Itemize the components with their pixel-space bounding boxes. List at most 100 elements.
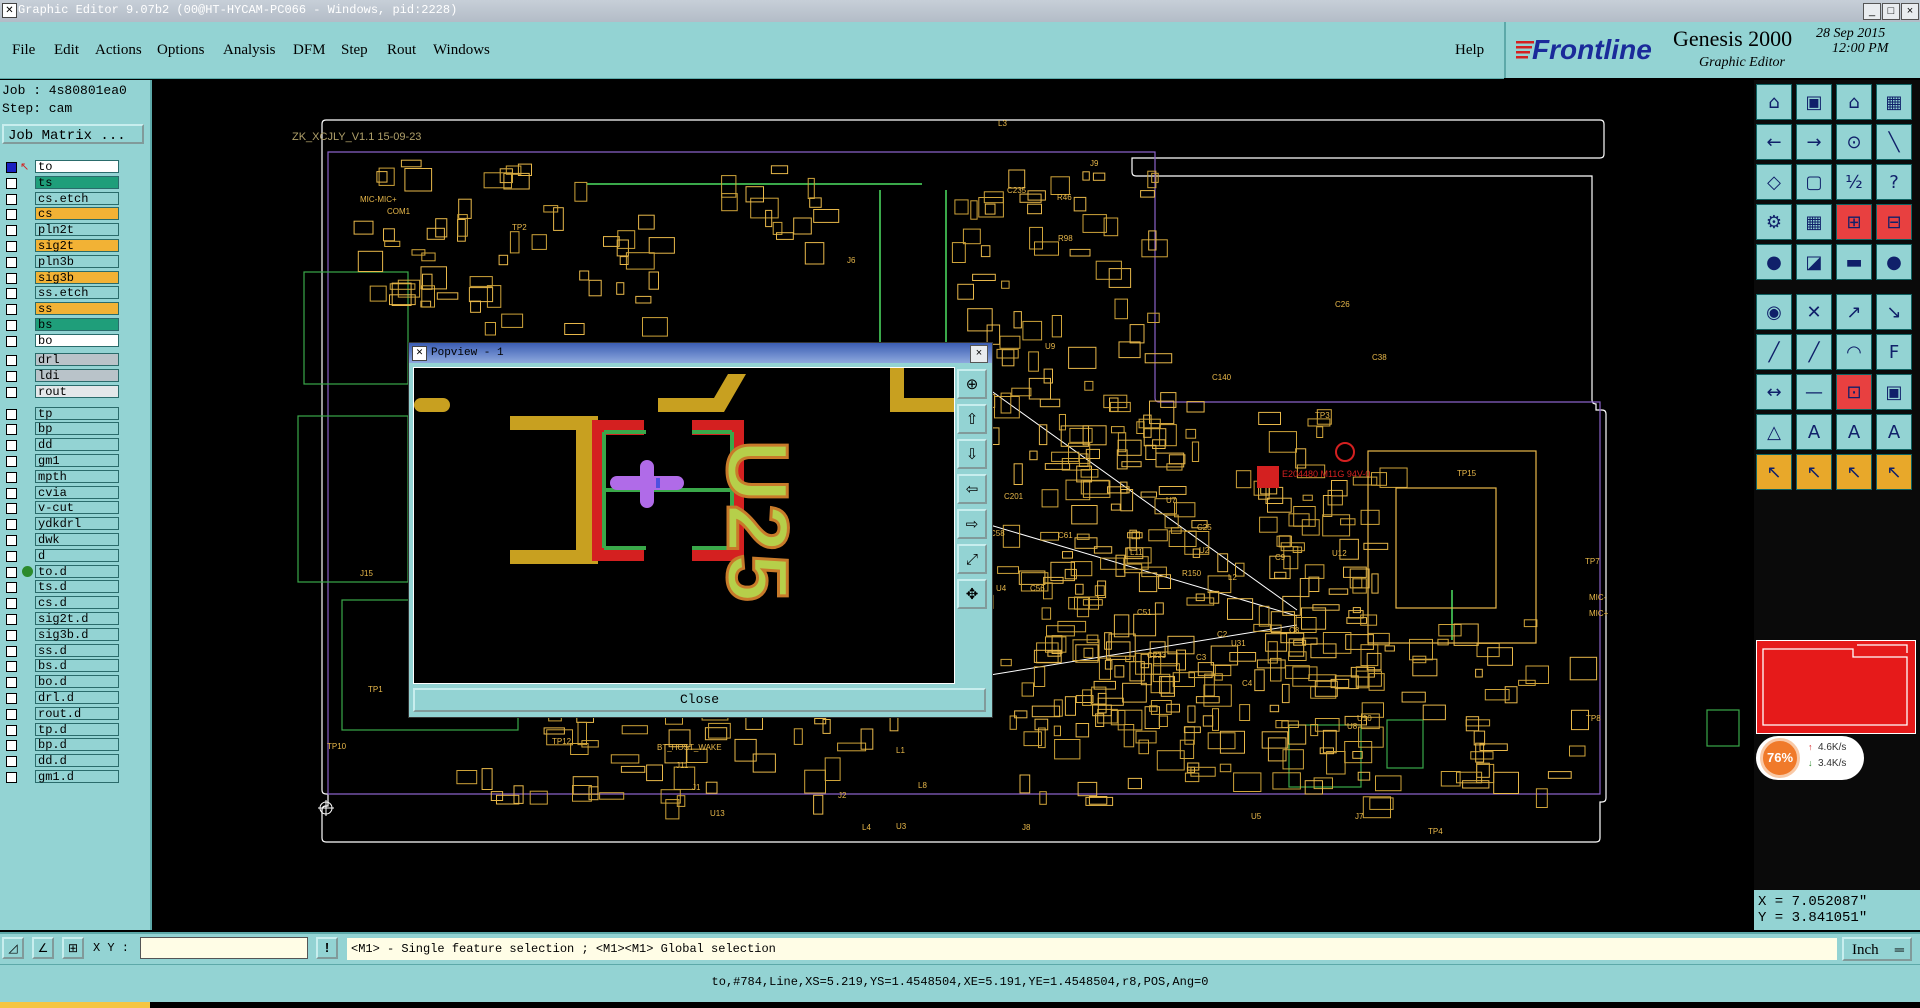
- layer-row-ts[interactable]: ts: [0, 175, 122, 190]
- menu-dfm[interactable]: DFM: [293, 42, 326, 59]
- layer-row-sig2t-d[interactable]: sig2t.d: [0, 611, 122, 626]
- layer-row-pln2t[interactable]: pln2t: [0, 223, 122, 237]
- layer-checkbox[interactable]: [6, 193, 17, 205]
- arc-icon[interactable]: ◠: [1836, 334, 1872, 370]
- layer-checkbox[interactable]: [6, 771, 17, 783]
- layer-checkbox[interactable]: [6, 319, 17, 331]
- board-minimap[interactable]: [1756, 640, 1916, 734]
- layer-row-pln3b[interactable]: pln3b: [0, 254, 122, 269]
- pointer-alt-icon[interactable]: ↖: [1796, 454, 1832, 490]
- connect-alt-icon[interactable]: ↘: [1876, 294, 1912, 330]
- grid-icon[interactable]: ▦: [1876, 84, 1912, 120]
- zoom-icon[interactable]: ⊙: [1836, 124, 1872, 160]
- fit-all-icon[interactable]: ▢: [1796, 164, 1832, 200]
- layer-checkbox[interactable]: [6, 598, 17, 610]
- layer-row-d[interactable]: d: [0, 548, 122, 563]
- layer-row-drl-d[interactable]: drl.d: [0, 690, 122, 705]
- circle-icon[interactable]: ●: [1876, 244, 1912, 280]
- layers-icon[interactable]: ▣: [1876, 374, 1912, 410]
- layer-checkbox[interactable]: [6, 756, 17, 768]
- layer-checkbox[interactable]: [6, 355, 17, 367]
- layer-checkbox[interactable]: [6, 708, 17, 720]
- layer-row-bs[interactable]: bs: [0, 317, 122, 332]
- layer-checkbox[interactable]: [6, 550, 17, 562]
- snap-alt-icon[interactable]: ⊟: [1876, 204, 1912, 240]
- house-icon[interactable]: ⌂: [1836, 84, 1872, 120]
- popview-window[interactable]: ✕ Popview - 1 × U25 ⊕ ⇧ ⇩ ⇦ ⇨ ⤢ ✥ Close: [408, 342, 993, 718]
- layer-checkbox[interactable]: [6, 256, 17, 268]
- layer-row-bo[interactable]: bo: [0, 333, 122, 348]
- arrow-left-icon[interactable]: ←: [1756, 124, 1792, 160]
- minimize-button[interactable]: _: [1863, 3, 1881, 20]
- layer-checkbox[interactable]: [6, 440, 17, 452]
- layer-row-sig2t[interactable]: sig2t: [0, 238, 122, 253]
- a-alt-icon[interactable]: A: [1836, 414, 1872, 450]
- layer-row-cs-etch[interactable]: cs.etch: [0, 191, 122, 206]
- ruler-icon[interactable]: ▬: [1836, 244, 1872, 280]
- layer-row-dd[interactable]: dd: [0, 438, 122, 452]
- menu-step[interactable]: Step: [341, 42, 368, 59]
- layer-row-to-d[interactable]: to.d: [0, 564, 122, 579]
- layer-row-bp-d[interactable]: bp.d: [0, 738, 122, 752]
- layer-checkbox[interactable]: [6, 209, 17, 221]
- layer-checkbox[interactable]: [6, 471, 17, 483]
- layer-checkbox[interactable]: [6, 177, 17, 189]
- layer-row-drl[interactable]: drl: [0, 353, 122, 367]
- popview-canvas[interactable]: U25: [413, 367, 955, 684]
- layer-row-rout[interactable]: rout: [0, 384, 122, 399]
- pad-icon[interactable]: ●: [1756, 244, 1792, 280]
- close-button[interactable]: ×: [1901, 3, 1919, 20]
- layer-checkbox[interactable]: [6, 724, 17, 736]
- layer-checkbox[interactable]: [6, 370, 17, 382]
- fit-icon[interactable]: ◇: [1756, 164, 1792, 200]
- popview-center-icon[interactable]: ✥: [957, 579, 987, 609]
- triangle-icon[interactable]: △: [1756, 414, 1792, 450]
- move-icon[interactable]: ↔: [1756, 374, 1792, 410]
- layer-checkbox[interactable]: [6, 162, 17, 173]
- layer-row-sig3b-d[interactable]: sig3b.d: [0, 627, 122, 642]
- node-icon[interactable]: ◉: [1756, 294, 1792, 330]
- job-matrix-button[interactable]: Job Matrix ...: [2, 124, 144, 144]
- popview-right-icon[interactable]: ⇨: [957, 509, 987, 539]
- line-alt-icon[interactable]: ╱: [1796, 334, 1832, 370]
- layer-row-rout-d[interactable]: rout.d: [0, 706, 122, 721]
- settings-icon[interactable]: ⚙: [1756, 204, 1792, 240]
- connect-icon[interactable]: ↗: [1836, 294, 1872, 330]
- layer-checkbox[interactable]: [6, 240, 17, 252]
- cross-icon[interactable]: ✕: [1796, 294, 1832, 330]
- layer-row-dwk[interactable]: dwk: [0, 533, 122, 547]
- text-icon[interactable]: F: [1876, 334, 1912, 370]
- scale-1-2-icon[interactable]: ½: [1836, 164, 1872, 200]
- layer-row-to[interactable]: ↖ to: [0, 160, 122, 174]
- snap-icon[interactable]: ⊞: [1836, 204, 1872, 240]
- angle-tool-icon[interactable]: ∠: [32, 937, 54, 959]
- unit-select[interactable]: Inch ═: [1842, 937, 1912, 961]
- layer-checkbox[interactable]: [6, 677, 17, 689]
- pointer-3-icon[interactable]: ↖: [1836, 454, 1872, 490]
- popview-left-icon[interactable]: ⇦: [957, 474, 987, 504]
- layer-row-tp[interactable]: tp: [0, 406, 122, 421]
- layer-row-gm1[interactable]: gm1: [0, 454, 122, 468]
- menu-rout[interactable]: Rout: [387, 42, 416, 59]
- layer-checkbox[interactable]: [6, 304, 17, 316]
- layer-checkbox[interactable]: [6, 487, 17, 499]
- menu-edit[interactable]: Edit: [54, 42, 79, 59]
- layer-checkbox[interactable]: [6, 740, 17, 752]
- layer-checkbox[interactable]: [6, 692, 17, 704]
- layer-checkbox[interactable]: [6, 661, 17, 673]
- layer-row-ts-d[interactable]: ts.d: [0, 580, 122, 594]
- popview-close-icon[interactable]: ×: [970, 345, 988, 363]
- pointer-4-icon[interactable]: ↖: [1876, 454, 1912, 490]
- layer-row-cs[interactable]: cs: [0, 207, 122, 221]
- popview-titlebar[interactable]: ✕ Popview - 1: [409, 343, 992, 363]
- line-icon[interactable]: ╱: [1756, 334, 1792, 370]
- layer-checkbox[interactable]: [6, 629, 17, 641]
- layer-checkbox[interactable]: [6, 408, 17, 420]
- home-icon[interactable]: ⌂: [1756, 84, 1792, 120]
- layer-checkbox[interactable]: [6, 335, 17, 347]
- grid-tool-icon[interactable]: ⊞: [62, 937, 84, 959]
- layer-row-ldi[interactable]: ldi: [0, 368, 122, 383]
- layer-row-tp-d[interactable]: tp.d: [0, 722, 122, 737]
- layer-checkbox[interactable]: [6, 225, 17, 237]
- layer-checkbox[interactable]: [6, 503, 17, 515]
